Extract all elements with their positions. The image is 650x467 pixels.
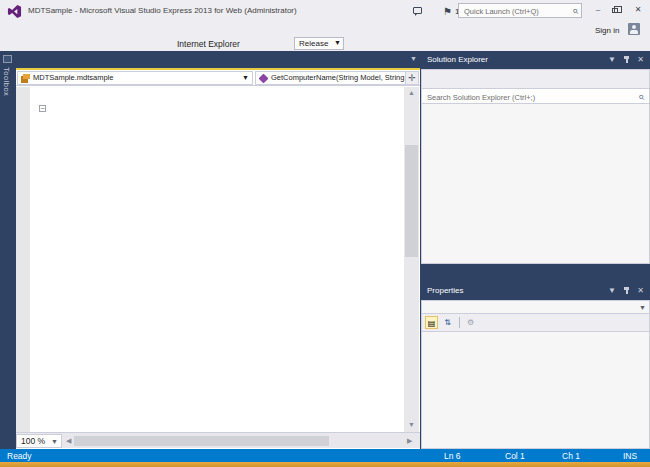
character-indicator: Ch 1	[562, 451, 580, 461]
window-title: MDTSample - Microsoft Visual Studio Expr…	[28, 6, 297, 15]
split-editor-button[interactable]: ✛	[405, 71, 419, 85]
properties-object-combo[interactable]: ▼	[421, 300, 650, 314]
window-position-icon[interactable]: ▼	[608, 286, 616, 295]
window-position-icon[interactable]: ▼	[608, 55, 616, 64]
quick-launch-input[interactable]: Quick Launch (Ctrl+Q) ⌕	[458, 3, 582, 18]
properties-content	[421, 332, 650, 449]
document-tab-strip: ▼	[16, 51, 420, 70]
scroll-left-icon[interactable]: ◀	[66, 437, 71, 445]
scrollbar-thumb[interactable]	[405, 145, 418, 257]
properties-header[interactable]: Properties ▼ ✕	[421, 282, 650, 300]
editor-navigation-bar: MDTSample.mdtsample ▼ GetComputerName(St…	[16, 70, 420, 86]
column-indicator: Col 1	[505, 451, 525, 461]
restore-button[interactable]	[612, 8, 618, 13]
zoom-level-combo[interactable]: 100 % ▼	[16, 434, 62, 448]
sign-in-link[interactable]: Sign in	[595, 26, 619, 35]
solution-explorer-toolbar	[421, 69, 650, 88]
main-toolbar: Internet Explorer Release ▼	[0, 37, 650, 51]
sort-alphabetical-icon[interactable]: ⇅	[441, 316, 454, 329]
pin-icon[interactable]	[623, 286, 630, 295]
menu-bar: Sign in	[0, 22, 650, 37]
toolbox-panel-tab[interactable]: Toolbox	[0, 51, 16, 449]
search-icon: ⌕	[572, 4, 578, 17]
visual-studio-logo	[7, 4, 22, 19]
class-icon	[21, 74, 30, 83]
close-button[interactable]: ✕	[630, 5, 646, 14]
chevron-down-icon: ▼	[51, 438, 58, 445]
method-icon	[259, 74, 268, 83]
feedback-icon[interactable]	[413, 7, 422, 14]
vs-window: MDTSample - Microsoft Visual Studio Expr…	[0, 0, 650, 467]
right-dock: Solution Explorer ▼ ✕ Search Solution Ex…	[421, 51, 650, 449]
explorer-tab-strip	[421, 264, 650, 281]
chevron-down-icon: ▼	[242, 74, 249, 81]
breakpoint-margin[interactable]	[16, 87, 30, 432]
close-icon[interactable]: ✕	[637, 286, 644, 295]
solution-explorer-header[interactable]: Solution Explorer ▼ ✕	[421, 51, 650, 69]
scroll-right-icon[interactable]: ▶	[407, 437, 412, 445]
separator	[459, 317, 460, 328]
start-debug-browser-label[interactable]: Internet Explorer	[177, 39, 240, 49]
categorized-icon[interactable]: ▤	[425, 316, 438, 329]
minimize-button[interactable]: –	[590, 5, 606, 14]
solution-configuration-combo[interactable]: Release ▼	[294, 37, 344, 50]
insert-mode-indicator: INS	[623, 451, 637, 461]
member-dropdown[interactable]: GetComputerName(String Model, String Ser…	[255, 71, 419, 85]
editor-group: ▼ MDTSample.mdtsample ▼ GetComputerName(…	[16, 51, 420, 449]
status-bar: Ready Ln 6 Col 1 Ch 1 INS	[0, 449, 650, 462]
windows-taskbar[interactable]	[0, 462, 650, 467]
scroll-down-icon[interactable]: ▼	[404, 421, 419, 428]
class-dropdown[interactable]: MDTSample.mdtsample ▼	[17, 71, 253, 85]
property-pages-icon[interactable]: ⚙	[464, 316, 477, 329]
editor-bottom-bar: 100 % ▼ ◀ ▶	[16, 432, 420, 448]
properties-toolbar: ▤ ⇅ ⚙	[421, 314, 650, 332]
hscrollbar-thumb[interactable]	[74, 436, 329, 446]
solution-search-input[interactable]: Search Solution Explorer (Ctrl+;) ⌕	[421, 88, 650, 104]
status-message: Ready	[7, 451, 32, 461]
user-avatar-icon[interactable]	[628, 23, 640, 35]
scroll-up-icon[interactable]: ▲	[404, 89, 419, 96]
chevron-down-icon: ▼	[639, 304, 646, 311]
pin-icon[interactable]	[623, 55, 630, 64]
close-icon[interactable]: ✕	[637, 55, 644, 64]
bubble-tail	[415, 13, 418, 16]
properties-panel: Properties ▼ ✕ ▼ ▤ ⇅ ⚙	[421, 282, 650, 449]
solution-tree	[421, 104, 650, 264]
collapse-region-toggle[interactable]: −	[39, 105, 46, 112]
line-indicator: Ln 6	[444, 451, 461, 461]
tab-list-chevron-icon[interactable]: ▼	[410, 55, 417, 62]
code-editor[interactable]: − ▲ ▼	[16, 87, 420, 432]
change-tracking-margin	[31, 87, 36, 432]
chevron-down-icon: ▼	[334, 39, 341, 46]
notifications-flag-icon[interactable]: ⚑	[443, 6, 452, 17]
toolbox-icon	[3, 55, 12, 63]
search-icon: ⌕	[638, 90, 644, 103]
title-bar: MDTSample - Microsoft Visual Studio Expr…	[0, 0, 650, 22]
vertical-scrollbar[interactable]: ▲ ▼	[404, 87, 419, 432]
